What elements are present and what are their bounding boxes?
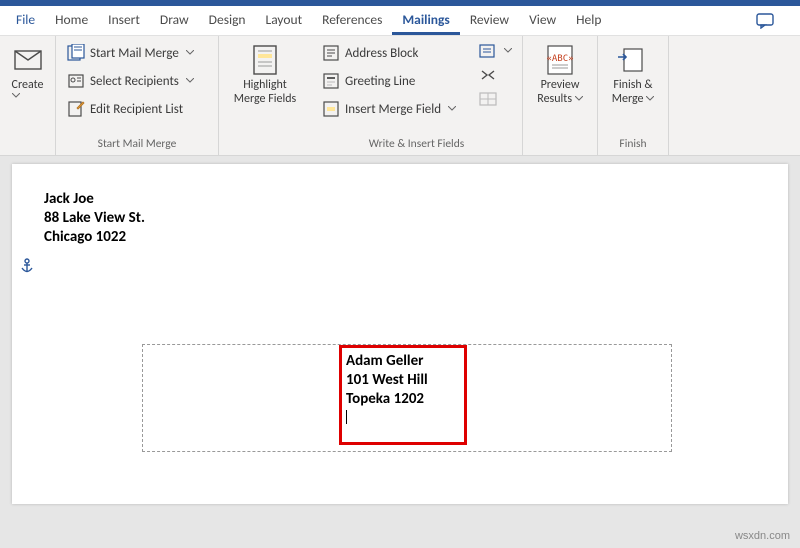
envelope-icon <box>11 43 45 77</box>
group-write-insert: Address Block Greeting Line Insert Merge… <box>311 36 523 155</box>
preview-results-button[interactable]: «ABC» PreviewResults <box>529 40 591 148</box>
tab-references[interactable]: References <box>312 6 392 35</box>
rules-icon <box>479 44 497 58</box>
chevron-down-icon <box>575 96 583 102</box>
group-finish: Finish &Merge Finish <box>598 36 669 155</box>
match-fields-icon <box>479 68 497 82</box>
chevron-down-icon <box>646 96 654 102</box>
delivery-address-highlight: Adam Geller 101 West Hill Topeka 1202 <box>339 345 467 445</box>
finish-merge-icon <box>616 43 650 77</box>
create-label: Create <box>12 78 44 92</box>
tab-insert[interactable]: Insert <box>98 6 150 35</box>
return-street: 88 Lake View St. <box>44 209 145 228</box>
rules-button[interactable] <box>475 40 516 62</box>
chevron-down-icon <box>448 106 456 112</box>
insert-field-icon <box>322 100 340 118</box>
delivery-address-frame[interactable]: Adam Geller 101 West Hill Topeka 1202 <box>142 344 672 452</box>
edit-list-icon <box>67 100 85 118</box>
text-cursor <box>346 410 347 424</box>
chevron-down-icon <box>186 50 194 56</box>
tab-draw[interactable]: Draw <box>150 6 199 35</box>
tab-layout[interactable]: Layout <box>256 6 313 35</box>
address-block-label: Address Block <box>345 46 418 61</box>
watermark: wsxdn.com <box>735 530 790 542</box>
highlight-merge-fields-button[interactable]: HighlightMerge Fields <box>225 40 305 148</box>
group-start-mail-merge: Start Mail Merge Select Recipients Edit … <box>56 36 219 155</box>
delivery-name: Adam Geller <box>346 352 456 371</box>
tab-home[interactable]: Home <box>45 6 98 35</box>
envelope-page[interactable]: Jack Joe 88 Lake View St. Chicago 1022 A… <box>12 164 788 504</box>
group-preview: «ABC» PreviewResults <box>523 36 598 155</box>
select-recipients-button[interactable]: Select Recipients <box>62 68 212 94</box>
group-start-mail-merge-label: Start Mail Merge <box>62 134 212 155</box>
chevron-down-icon <box>186 78 194 84</box>
insert-merge-field-label: Insert Merge Field <box>345 102 441 117</box>
tab-help[interactable]: Help <box>566 6 611 35</box>
address-block-button[interactable]: Address Block <box>317 40 467 66</box>
tab-review[interactable]: Review <box>460 6 519 35</box>
document-area: Jack Joe 88 Lake View St. Chicago 1022 A… <box>0 156 800 548</box>
return-name: Jack Joe <box>44 190 145 209</box>
edit-recipient-list-button[interactable]: Edit Recipient List <box>62 96 212 122</box>
update-labels-button[interactable] <box>475 88 516 110</box>
start-mail-merge-label: Start Mail Merge <box>90 46 179 61</box>
create-envelopes-button[interactable]: Create <box>6 40 49 148</box>
group-highlight: HighlightMerge Fields <box>219 36 311 155</box>
chevron-down-icon <box>504 48 512 54</box>
preview-label2: Results <box>537 92 572 106</box>
match-fields-button[interactable] <box>475 64 516 86</box>
group-write-insert-label: Write & Insert Fields <box>317 134 516 155</box>
tab-bar: File Home Insert Draw Design Layout Refe… <box>0 6 800 36</box>
finish-label2: Merge <box>612 92 644 106</box>
group-create-label <box>6 148 49 155</box>
tab-mailings[interactable]: Mailings <box>392 6 459 35</box>
mail-merge-icon <box>67 44 85 62</box>
return-address[interactable]: Jack Joe 88 Lake View St. Chicago 1022 <box>44 190 145 246</box>
highlight-label2: Merge Fields <box>234 92 296 106</box>
finish-merge-button[interactable]: Finish &Merge <box>604 40 662 134</box>
delivery-street: 101 West Hill <box>346 371 456 390</box>
group-finish-label: Finish <box>604 134 662 155</box>
delivery-city: Topeka 1202 <box>346 390 456 409</box>
address-block-icon <box>322 44 340 62</box>
finish-label1: Finish & <box>613 78 652 92</box>
recipients-icon <box>67 72 85 90</box>
select-recipients-label: Select Recipients <box>90 74 179 89</box>
greeting-line-label: Greeting Line <box>345 74 415 89</box>
highlight-label1: Highlight <box>243 78 287 92</box>
svg-text:«ABC»: «ABC» <box>546 54 573 64</box>
group-create: Create <box>0 36 56 155</box>
tab-view[interactable]: View <box>519 6 566 35</box>
tab-design[interactable]: Design <box>199 6 256 35</box>
greeting-line-button[interactable]: Greeting Line <box>317 68 467 94</box>
return-city: Chicago 1022 <box>44 228 145 247</box>
ribbon: Create Start Mail Merge Select Re <box>0 36 800 156</box>
highlight-icon <box>248 43 282 77</box>
comment-icon <box>756 13 774 29</box>
anchor-icon <box>20 258 34 274</box>
update-labels-icon <box>479 92 497 106</box>
edit-recipient-label: Edit Recipient List <box>90 102 183 117</box>
comments-button[interactable] <box>748 9 782 33</box>
tab-file[interactable]: File <box>6 6 45 35</box>
preview-label1: Preview <box>541 78 580 92</box>
chevron-down-icon <box>12 93 20 99</box>
insert-merge-field-button[interactable]: Insert Merge Field <box>317 96 467 122</box>
preview-icon: «ABC» <box>543 43 577 77</box>
greeting-line-icon <box>322 72 340 90</box>
start-mail-merge-button[interactable]: Start Mail Merge <box>62 40 212 66</box>
